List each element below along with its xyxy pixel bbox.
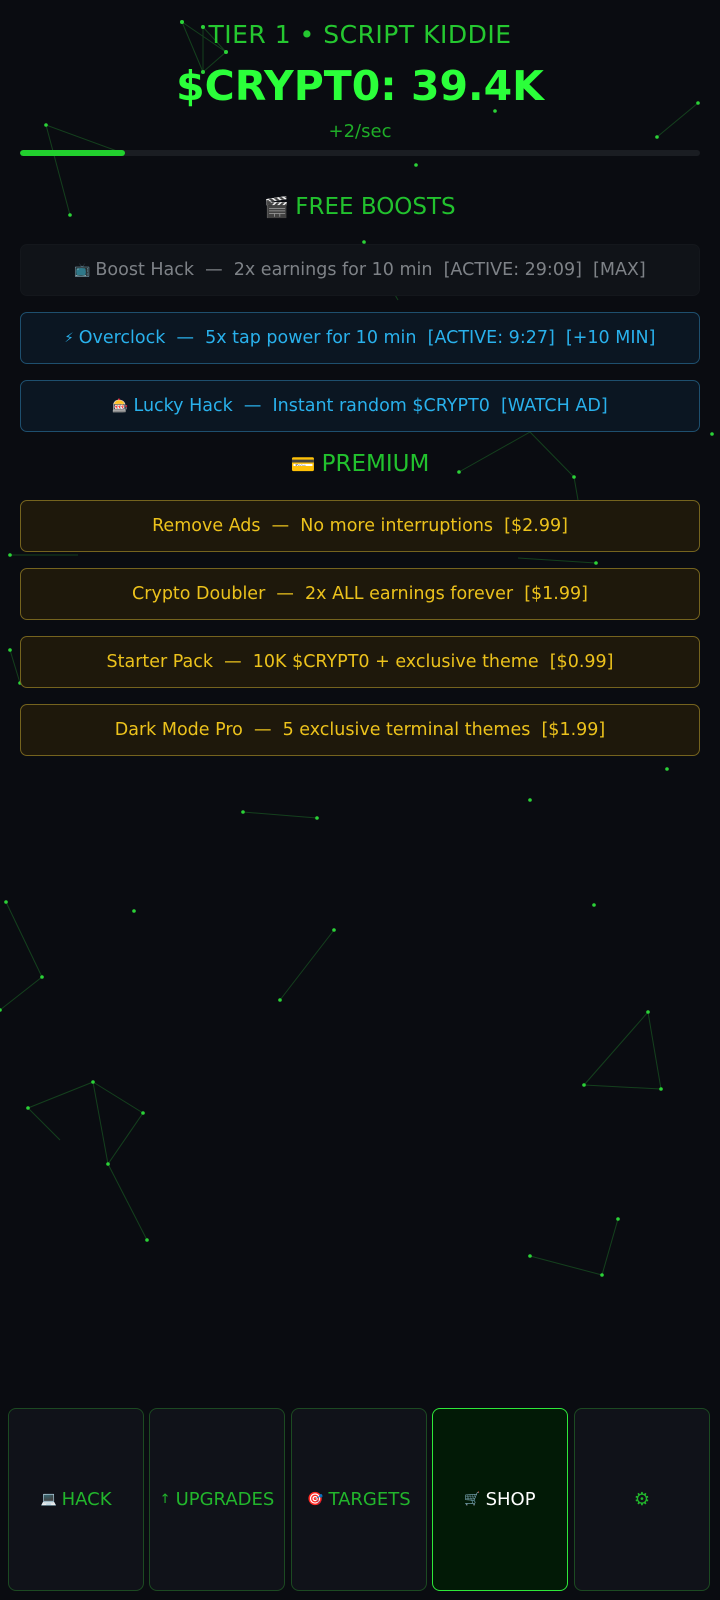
free-boosts-heading: 🎬 FREE BOOSTS xyxy=(0,194,720,220)
gear-icon: ⚙ xyxy=(633,1489,651,1510)
nav-tab-upgrades[interactable]: ↑ UPGRADES xyxy=(149,1408,285,1591)
crypto-doubler-button[interactable]: Crypto Doubler — 2x ALL earnings forever… xyxy=(20,568,700,620)
boost-hack-label: Boost Hack — 2x earnings for 10 min [ACT… xyxy=(95,260,646,280)
tier-label: TIER 1 • SCRIPT KIDDIE xyxy=(208,20,512,49)
remove-ads-label: Remove Ads — No more interruptions [$2.9… xyxy=(152,516,568,536)
nav-tab-hack-label: HACK xyxy=(61,1489,112,1510)
premium-title: PREMIUM xyxy=(321,451,430,477)
nav-tab-shop-label: SHOP xyxy=(485,1489,536,1510)
premium-heading: 💳 PREMIUM xyxy=(0,451,720,477)
lucky-hack-button[interactable]: 🎰 Lucky Hack — Instant random $CRYPT0 [WA… xyxy=(20,380,700,432)
boost-hack-button[interactable]: 📺 Boost Hack — 2x earnings for 10 min [AC… xyxy=(20,244,700,296)
nav-tab-upgrades-label: UPGRADES xyxy=(175,1489,275,1510)
free-boosts-title: FREE BOOSTS xyxy=(295,194,456,220)
overclock-button[interactable]: ⚡ Overclock — 5x tap power for 10 min [AC… xyxy=(20,312,700,364)
nav-tab-shop[interactable]: 🛒 SHOP xyxy=(432,1408,568,1591)
overclock-label: Overclock — 5x tap power for 10 min [ACT… xyxy=(78,328,656,348)
earning-rate: +2/sec xyxy=(328,121,392,142)
dark-mode-pro-button[interactable]: Dark Mode Pro — 5 exclusive terminal the… xyxy=(20,704,700,756)
remove-ads-button[interactable]: Remove Ads — No more interruptions [$2.9… xyxy=(20,500,700,552)
crypto-doubler-label: Crypto Doubler — 2x ALL earnings forever… xyxy=(132,584,588,604)
arrow-up-icon: ↑ xyxy=(159,1492,171,1507)
starter-pack-button[interactable]: Starter Pack — 10K $CRYPT0 + exclusive t… xyxy=(20,636,700,688)
nav-tab-settings[interactable]: ⚙ xyxy=(574,1408,710,1591)
network-background xyxy=(0,20,714,1277)
tier-progress-fill xyxy=(20,150,126,156)
lucky-hack-label: Lucky Hack — Instant random $CRYPT0 [WAT… xyxy=(133,396,608,416)
nav-tab-targets-label: TARGETS xyxy=(328,1489,411,1510)
dark-mode-pro-label: Dark Mode Pro — 5 exclusive terminal the… xyxy=(114,720,606,740)
clapperboard-icon: 🎬 xyxy=(264,195,290,219)
slot-machine-icon: 🎰 xyxy=(112,398,129,414)
crypto-balance: $CRYPT0: 39.4K xyxy=(176,62,544,110)
tier-progress-bar xyxy=(20,150,700,156)
credit-card-icon: 💳 xyxy=(290,452,316,476)
nav-tab-hack[interactable]: 💻 HACK xyxy=(8,1408,144,1591)
lightning-icon: ⚡ xyxy=(64,330,74,346)
starter-pack-label: Starter Pack — 10K $CRYPT0 + exclusive t… xyxy=(106,652,614,672)
tv-icon: 📺 xyxy=(74,262,91,278)
laptop-icon: 💻 xyxy=(40,1492,57,1507)
target-icon: 🎯 xyxy=(307,1492,324,1507)
shopping-cart-icon: 🛒 xyxy=(464,1492,481,1507)
nav-tab-targets[interactable]: 🎯 TARGETS xyxy=(291,1408,427,1591)
